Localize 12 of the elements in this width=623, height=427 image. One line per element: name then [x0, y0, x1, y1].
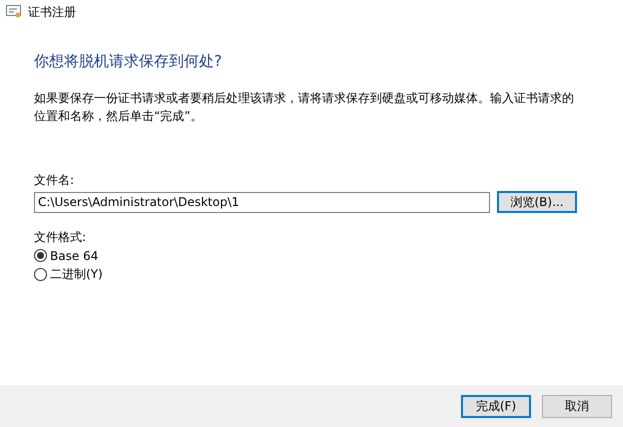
file-name-field[interactable]: C:\Users\Administrator\Desktop\1 [34, 192, 490, 212]
description-text: 如果要保存一份证书请求或者要稍后处理该请求，请将请求保存到硬盘或可移动媒体。输入证书请求的位置和名称，然后单击“完成”。 [34, 90, 575, 125]
window-title: 证书注册 [28, 4, 76, 20]
certificate-icon [6, 5, 22, 19]
browse-button[interactable]: 浏览(B)... [497, 191, 577, 213]
radio-option[interactable]: 二进制(Y) [34, 265, 103, 284]
field-label: 文件名: [34, 172, 76, 189]
page-heading: 你想将脱机请求保存到何处? [34, 52, 223, 71]
field-label: 文件格式: [34, 229, 88, 246]
radio-option[interactable]: Base 64 [34, 246, 98, 265]
finish-button[interactable]: 完成(F) [461, 394, 531, 418]
cancel-button[interactable]: 取消 [542, 394, 612, 418]
